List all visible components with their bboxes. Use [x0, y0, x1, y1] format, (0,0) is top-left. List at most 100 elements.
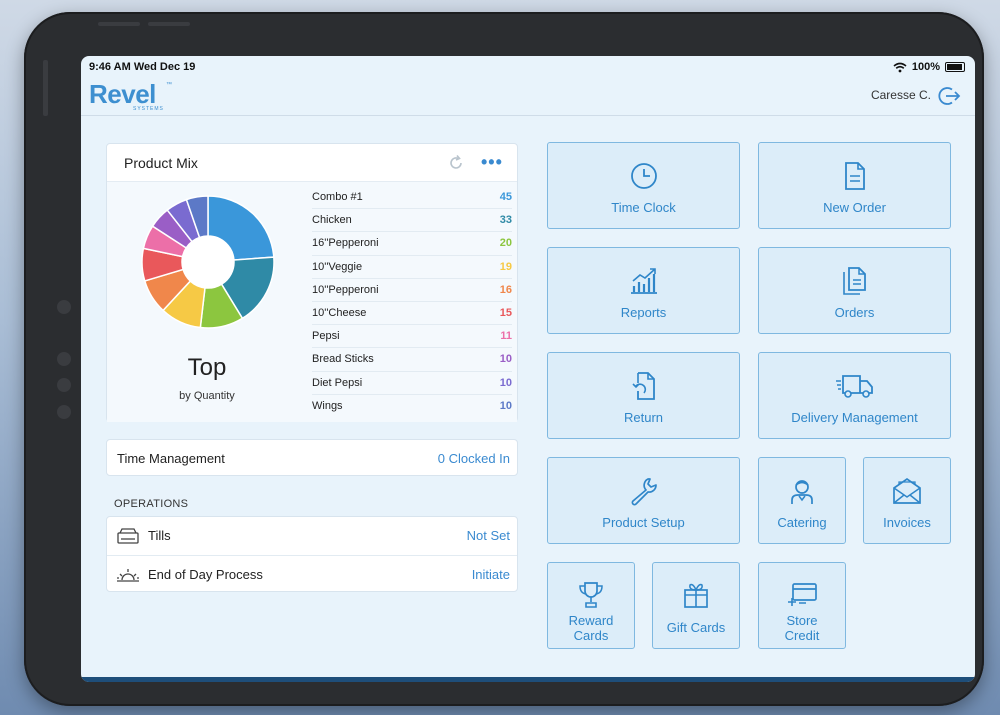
catering-tile[interactable]: Catering: [758, 457, 846, 544]
product-setup-tile[interactable]: Product Setup: [547, 457, 740, 544]
reward-cards-tile[interactable]: Reward Cards: [547, 562, 635, 649]
product-name: Pepsi: [312, 330, 340, 343]
trophy-icon: [579, 582, 603, 608]
gift-cards-tile[interactable]: Gift Cards: [652, 562, 740, 649]
product-mix-card: Product Mix ••• Top by Quantity Combo #1…: [106, 143, 518, 422]
product-quantity: 10: [499, 376, 512, 389]
store-credit-label-line1: Store: [786, 613, 818, 628]
product-mix-row: Chicken 33: [312, 209, 512, 233]
refresh-icon[interactable]: [447, 154, 465, 172]
battery-icon: [945, 62, 965, 72]
product-name: Chicken: [312, 214, 352, 227]
product-quantity: 10: [499, 353, 512, 366]
product-mix-row: 10''Cheese 15: [312, 302, 512, 326]
more-options-icon[interactable]: •••: [481, 152, 503, 173]
orders-tile[interactable]: Orders: [758, 247, 951, 334]
donut-caption-subtitle: by Quantity: [179, 390, 235, 402]
end-of-day-row[interactable]: End of Day Process Initiate: [107, 555, 517, 593]
gift-icon: [684, 583, 708, 608]
new-order-tile[interactable]: New Order: [758, 142, 951, 229]
sunset-icon: [117, 569, 139, 582]
delivery-management-label: Delivery Management: [791, 410, 918, 425]
store-credit-tile[interactable]: Store Credit: [758, 562, 846, 649]
product-mix-donut-chart: [141, 195, 275, 329]
battery-percent: 100%: [911, 61, 940, 73]
catering-label: Catering: [777, 515, 827, 530]
wifi-icon: [893, 62, 907, 72]
sensor-dot: [57, 405, 71, 419]
operations-heading: OPERATIONS: [114, 498, 189, 510]
credit-card-icon: [788, 583, 817, 606]
product-quantity: 16: [499, 283, 512, 296]
sensor-dot: [57, 378, 71, 392]
product-name: Bread Sticks: [312, 353, 374, 366]
invoices-tile[interactable]: Invoices: [863, 457, 951, 544]
product-quantity: 11: [500, 330, 512, 343]
donut-hole: [182, 236, 234, 288]
chart-icon: [630, 268, 657, 294]
time-management-label: Time Management: [117, 451, 225, 466]
gift-cards-label: Gift Cards: [666, 620, 726, 635]
bottom-strip: [81, 677, 975, 682]
product-name: Combo #1: [312, 191, 363, 203]
reports-tile[interactable]: Reports: [547, 247, 740, 334]
delivery-truck-icon: [835, 375, 873, 398]
app-header: Revel ™ SYSTEMS Caresse C.: [81, 76, 975, 116]
product-setup-label: Product Setup: [602, 515, 685, 530]
return-label: Return: [623, 410, 664, 425]
product-quantity: 19: [499, 260, 512, 273]
product-quantity: 45: [499, 191, 512, 203]
power-button: [148, 22, 190, 26]
product-mix-row: 10''Veggie 19: [312, 256, 512, 279]
product-mix-row: Pepsi 11: [312, 325, 512, 349]
product-name: 10''Veggie: [312, 260, 363, 273]
product-name: 10''Cheese: [312, 306, 367, 319]
status-time: 9:46 AM Wed Dec 19: [89, 61, 196, 73]
time-clock-tile[interactable]: Time Clock: [547, 142, 740, 229]
app-screen: 9:46 AM Wed Dec 19 100% Revel ™ SYSTEMS …: [81, 56, 975, 682]
side-button: [43, 60, 48, 116]
logo-subtitle: SYSTEMS: [133, 106, 164, 112]
document-icon: [844, 162, 865, 190]
donut-caption-title: Top: [187, 354, 227, 381]
product-mix-header: Product Mix •••: [107, 144, 517, 182]
clocked-in-status[interactable]: 0 Clocked In: [438, 451, 510, 466]
volume-button: [98, 22, 140, 26]
wrench-icon: [631, 478, 657, 506]
reward-cards-label-line2: Cards: [573, 628, 609, 643]
camera-icon: [57, 352, 71, 366]
current-user[interactable]: Caresse C.: [871, 88, 931, 102]
cash-drawer-icon: [117, 528, 139, 544]
product-mix-row: Combo #1 45: [312, 186, 512, 210]
tills-status[interactable]: Not Set: [467, 528, 510, 543]
product-mix-row: Wings 10: [312, 395, 512, 418]
product-name: Diet Pepsi: [312, 376, 363, 389]
orders-label: Orders: [834, 305, 875, 320]
product-mix-row: Diet Pepsi 10: [312, 372, 512, 395]
product-name: 16''Pepperoni: [312, 237, 379, 250]
time-management-row[interactable]: Time Management 0 Clocked In: [106, 439, 518, 476]
documents-icon: [842, 267, 866, 295]
time-clock-label: Time Clock: [611, 200, 676, 215]
logo-trademark: ™: [166, 82, 172, 88]
tills-row[interactable]: Tills Not Set: [107, 517, 517, 555]
product-quantity: 20: [499, 237, 512, 250]
clock-icon: [630, 163, 657, 189]
sensor-dot: [57, 300, 71, 314]
product-name: 10''Pepperoni: [312, 283, 379, 296]
delivery-management-tile[interactable]: Delivery Management: [758, 352, 951, 439]
product-mix-row: 10''Pepperoni 16: [312, 279, 512, 302]
product-quantity: 15: [499, 306, 512, 319]
end-of-day-action[interactable]: Initiate: [472, 567, 510, 582]
reward-cards-label-line1: Reward: [568, 613, 614, 628]
tablet-frame: 9:46 AM Wed Dec 19 100% Revel ™ SYSTEMS …: [24, 12, 984, 706]
return-document-icon: [631, 372, 655, 400]
envelope-icon: [893, 477, 921, 504]
new-order-label: New Order: [823, 200, 886, 215]
status-bar: 9:46 AM Wed Dec 19 100%: [81, 56, 975, 78]
operations-card: Tills Not Set End of Day Process Initiat…: [106, 516, 518, 592]
logout-icon[interactable]: [937, 84, 961, 108]
product-mix-row: 16''Pepperoni 20: [312, 232, 512, 256]
invoices-label: Invoices: [883, 515, 931, 530]
return-tile[interactable]: Return: [547, 352, 740, 439]
